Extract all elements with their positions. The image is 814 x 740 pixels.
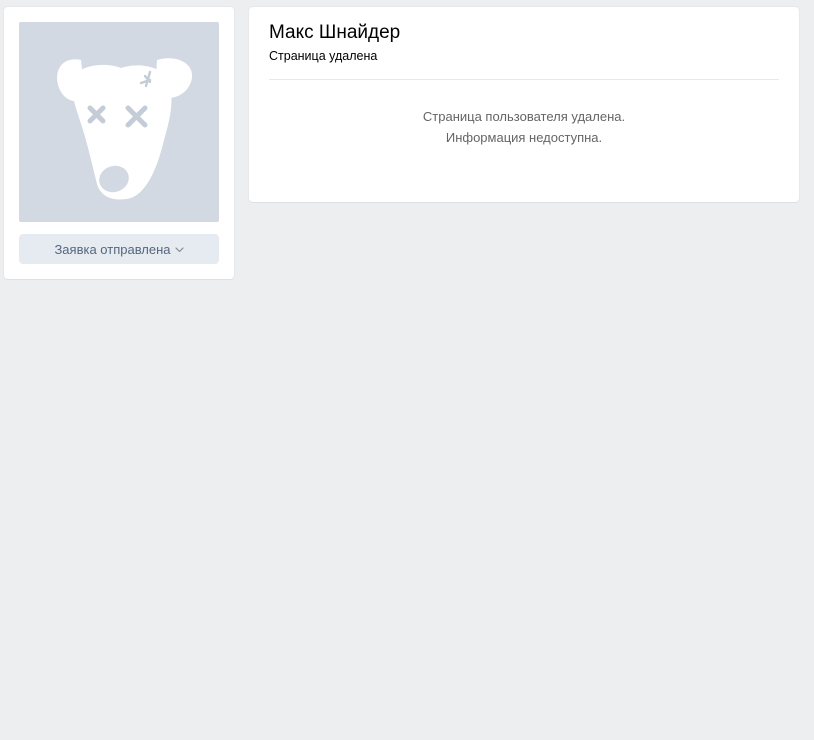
friend-request-label: Заявка отправлена xyxy=(54,241,171,257)
friend-request-sent-button[interactable]: Заявка отправлена xyxy=(19,234,219,264)
deleted-message-line-1: Страница пользователя удалена. xyxy=(422,109,626,124)
deleted-message-line-2: Информация недоступна. xyxy=(445,130,603,145)
deleted-page-message: Страница пользователя удалена. Информаци… xyxy=(249,106,799,148)
profile-avatar-card: Заявка отправлена xyxy=(4,7,234,279)
divider xyxy=(269,79,779,80)
chevron-down-icon xyxy=(174,247,184,253)
profile-avatar[interactable] xyxy=(19,22,219,222)
deleted-dog-icon xyxy=(57,58,193,200)
profile-name: Макс Шнайдер xyxy=(269,22,401,43)
profile-info-card: Макс Шнайдер Страница удалена Страница п… xyxy=(249,7,799,202)
profile-status: Страница удалена xyxy=(269,49,378,63)
profile-page: Заявка отправлена Макс Шнайдер Страница … xyxy=(0,0,814,740)
